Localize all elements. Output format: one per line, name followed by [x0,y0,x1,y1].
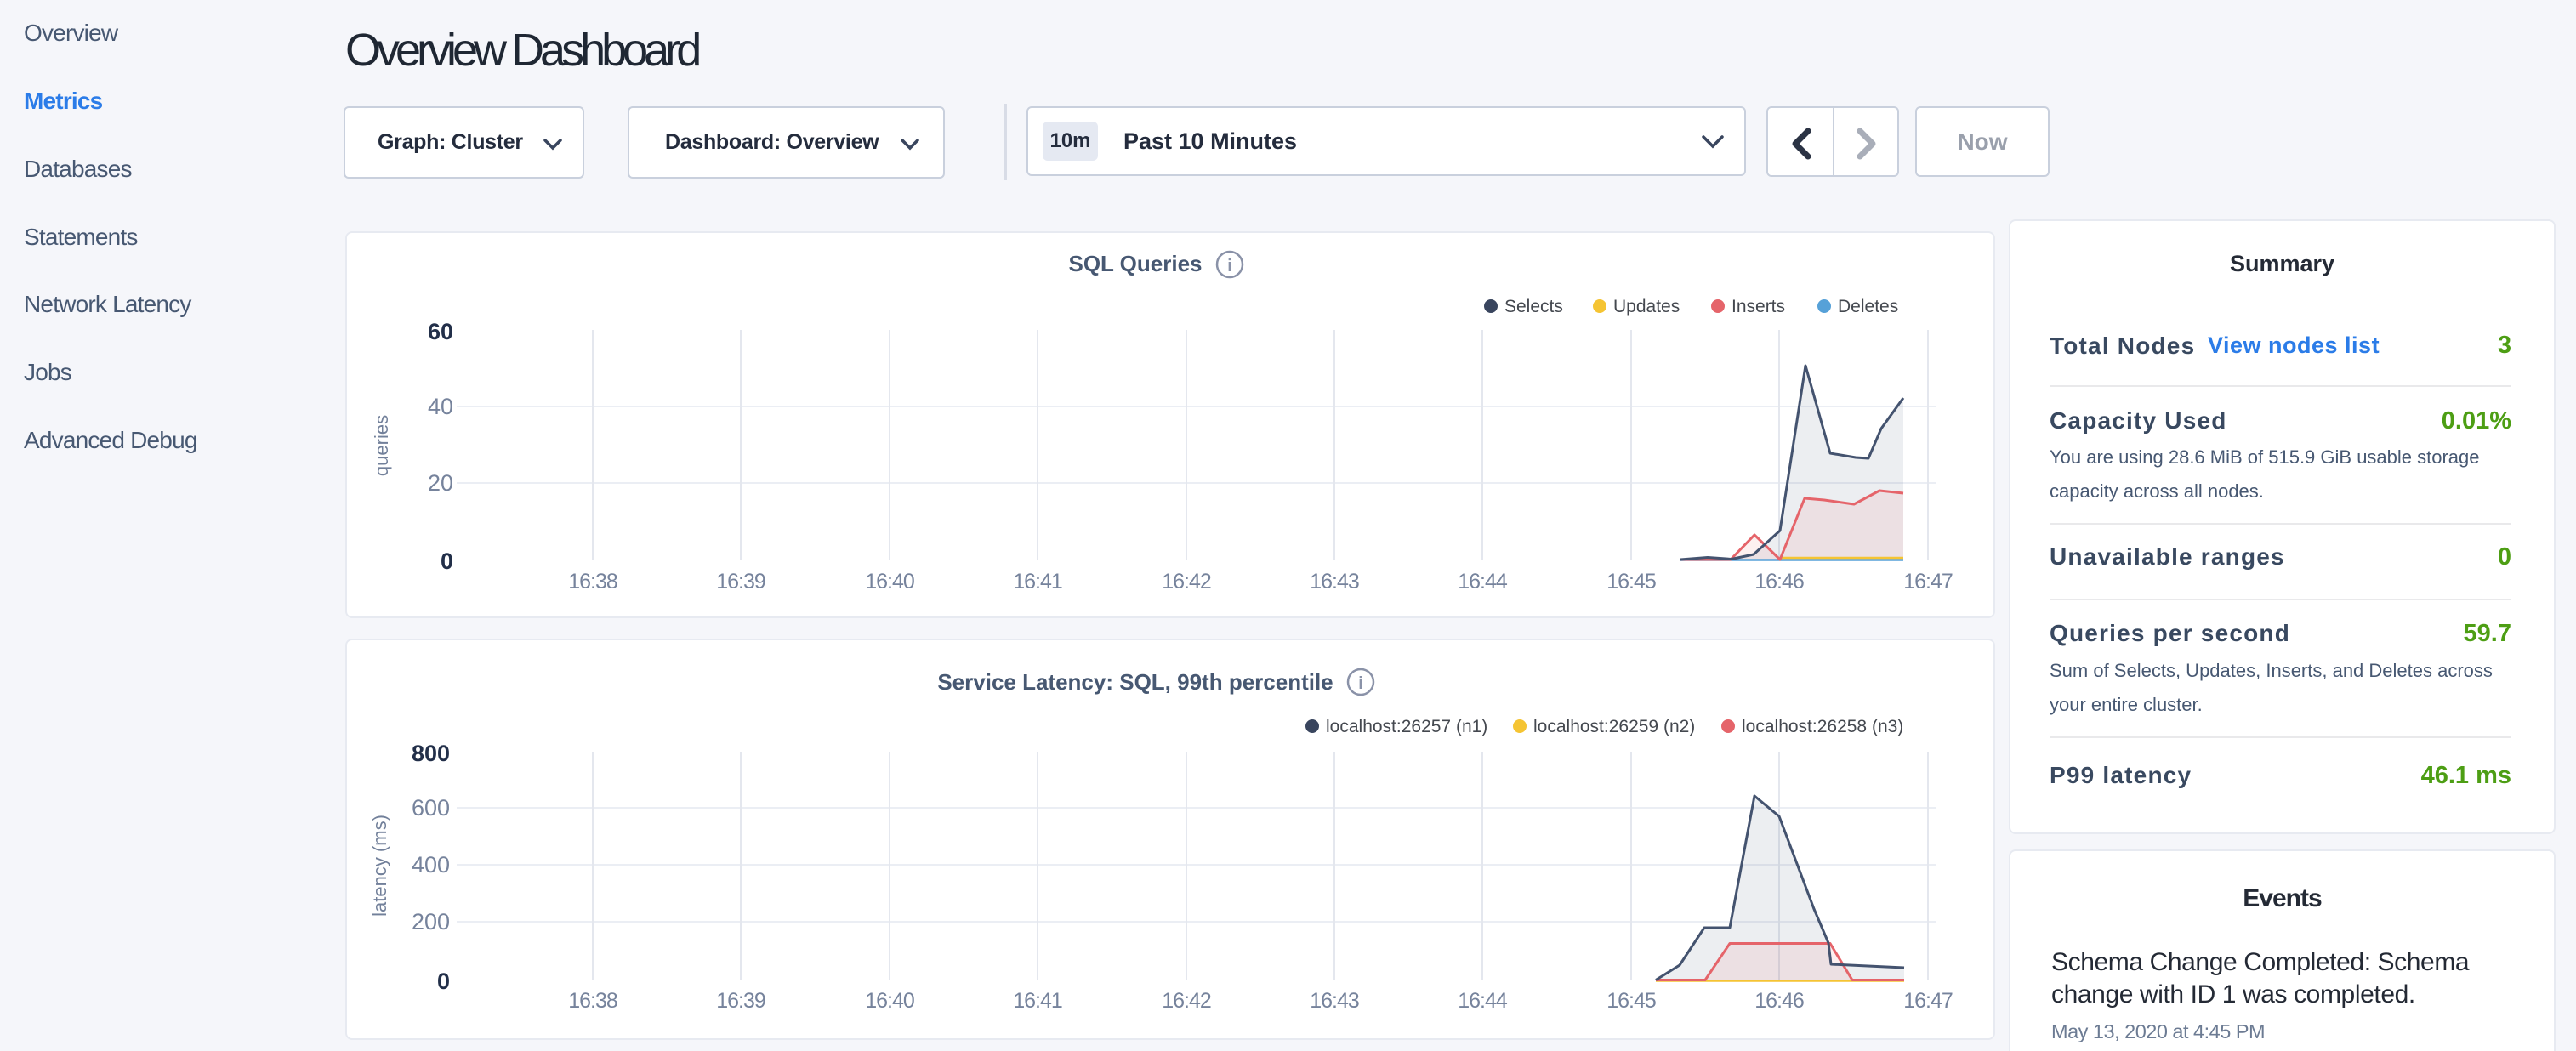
svg-text:localhost:26259 (n2): localhost:26259 (n2) [1533,717,1695,736]
svg-text:Inserts: Inserts [1732,297,1785,316]
svg-text:i: i [1358,674,1363,693]
svg-text:16:47: 16:47 [1903,570,1953,594]
svg-text:16:39: 16:39 [716,570,765,594]
svg-text:Selects: Selects [1504,297,1563,316]
svg-text:16:38: 16:38 [568,989,617,1013]
svg-text:SQL Queries: SQL Queries [1068,251,1202,276]
svg-text:16:40: 16:40 [865,570,914,594]
svg-text:Updates: Updates [1613,297,1680,316]
svg-text:16:42: 16:42 [1162,989,1211,1013]
svg-text:0: 0 [441,548,453,574]
svg-text:400: 400 [412,852,450,878]
svg-text:16:46: 16:46 [1754,989,1804,1013]
svg-text:16:41: 16:41 [1013,989,1062,1013]
svg-text:200: 200 [412,909,450,935]
svg-text:16:44: 16:44 [1458,989,1508,1013]
svg-text:16:44: 16:44 [1458,570,1508,594]
svg-text:20: 20 [428,470,453,496]
svg-text:16:45: 16:45 [1606,989,1656,1013]
svg-text:0: 0 [437,969,450,994]
svg-text:600: 600 [412,795,450,821]
svg-text:16:43: 16:43 [1310,570,1359,594]
svg-text:latency (ms): latency (ms) [369,815,390,917]
svg-text:i: i [1227,257,1232,276]
svg-text:16:47: 16:47 [1903,989,1953,1013]
svg-text:queries: queries [371,415,392,476]
svg-text:localhost:26258 (n3): localhost:26258 (n3) [1742,717,1903,736]
svg-text:16:40: 16:40 [865,989,914,1013]
svg-text:16:38: 16:38 [568,570,617,594]
svg-text:Service Latency: SQL, 99th per: Service Latency: SQL, 99th percentile [937,669,1333,695]
svg-text:60: 60 [428,319,453,344]
svg-text:16:42: 16:42 [1162,570,1211,594]
svg-text:Deletes: Deletes [1838,297,1898,316]
svg-text:16:43: 16:43 [1310,989,1359,1013]
svg-text:800: 800 [412,741,450,766]
svg-text:16:41: 16:41 [1013,570,1062,594]
svg-text:40: 40 [428,394,453,419]
svg-text:16:46: 16:46 [1754,570,1804,594]
svg-text:16:45: 16:45 [1606,570,1656,594]
svg-text:localhost:26257 (n1): localhost:26257 (n1) [1326,717,1487,736]
svg-text:16:39: 16:39 [716,989,765,1013]
